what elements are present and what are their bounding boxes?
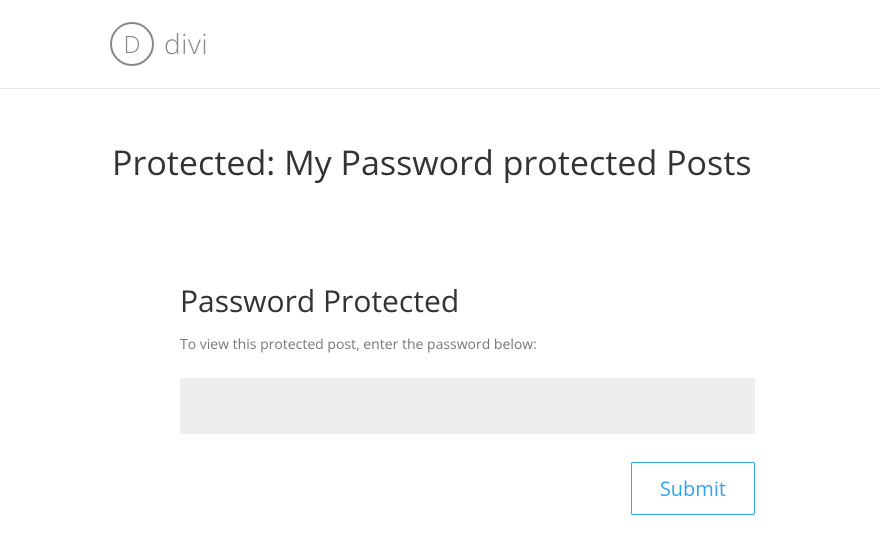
submit-button[interactable]: Submit xyxy=(631,462,755,515)
site-logo[interactable]: D divi xyxy=(110,22,208,66)
form-heading: Password Protected xyxy=(180,280,755,321)
password-form-section: Password Protected To view this protecte… xyxy=(180,280,755,515)
form-instruction: To view this protected post, enter the p… xyxy=(180,335,755,354)
site-header: D divi xyxy=(0,0,880,89)
header-inner: D divi xyxy=(0,22,880,66)
page-title: Protected: My Password protected Posts xyxy=(0,89,880,185)
password-input[interactable] xyxy=(180,378,755,434)
logo-text: divi xyxy=(164,25,208,63)
logo-icon: D xyxy=(110,22,154,66)
submit-row: Submit xyxy=(180,462,755,515)
